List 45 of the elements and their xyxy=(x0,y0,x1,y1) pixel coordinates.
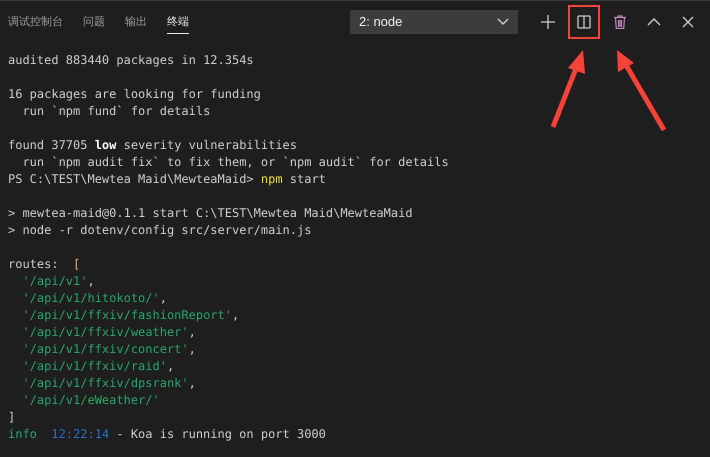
close-icon xyxy=(682,16,694,28)
route-string: '/api/v1' xyxy=(21,274,88,288)
terminal-text: > mewtea-maid@0.1.1 start C:\TEST\Mewtea Maid\MewteaMaid xyxy=(8,206,413,220)
terminal-text: , xyxy=(166,359,174,373)
split-icon xyxy=(577,14,591,28)
terminal-text: , xyxy=(87,274,95,288)
route-string: '/api/v1/ffxiv/fashionReport' xyxy=(21,308,232,322)
terminal-text: [ xyxy=(73,257,80,271)
terminal-text: run `npm audit fix` to fix them, or `npm audit` for details xyxy=(21,155,449,169)
terminal-select[interactable]: 2: node xyxy=(350,10,518,34)
terminal-text: ] xyxy=(8,410,16,424)
route-string: '/api/v1/ffxiv/weather' xyxy=(21,325,189,339)
terminal-text: , xyxy=(188,342,196,356)
route-string: '/api/v1/ffxiv/raid' xyxy=(21,359,167,373)
split-terminal-button[interactable] xyxy=(568,4,600,38)
terminal-text: audited 883440 packages in 12.354s xyxy=(8,53,254,67)
terminal-text: , xyxy=(160,291,167,305)
terminal-text: , xyxy=(232,308,240,322)
terminal-text: 16 packages are looking for funding xyxy=(8,87,261,101)
terminal-text: low xyxy=(94,138,116,152)
panel-tab[interactable]: 问题 xyxy=(83,10,105,34)
route-string: '/api/v1/hitokoto/' xyxy=(21,291,160,305)
timestamp: 12:22:14 xyxy=(51,427,110,441)
command-text: npm xyxy=(260,172,283,186)
panel-tab[interactable]: 终端 xyxy=(167,10,189,34)
route-string: '/api/v1/eWeather/' xyxy=(21,393,160,407)
terminal-text: routes: xyxy=(8,257,60,271)
trash-icon xyxy=(614,14,626,28)
chevron-up-icon xyxy=(647,18,661,26)
terminal-text: run `npm fund` for details xyxy=(21,104,210,118)
route-string: '/api/v1/ffxiv/dpsrank' xyxy=(21,376,189,390)
plus-icon xyxy=(541,14,555,28)
terminal-text: severity vulnerabilities xyxy=(122,138,298,152)
log-level: info xyxy=(8,427,37,441)
terminal-text: , xyxy=(188,325,196,339)
panel-tab[interactable]: 输出 xyxy=(125,10,147,34)
terminal-text: , xyxy=(188,376,196,390)
terminal-text: - Koa is running on port 3000 xyxy=(115,427,326,441)
terminal-text: PS C:\TEST\Mewtea Maid\MewteaMaid> xyxy=(8,172,255,186)
terminal-text: > node -r dotenv/config src/server/main.js xyxy=(8,223,312,237)
terminal-text: found 37705 xyxy=(8,138,88,152)
chevron-down-icon xyxy=(497,18,509,26)
terminal-text: start xyxy=(288,172,326,186)
route-string: '/api/v1/ffxiv/concert' xyxy=(21,342,189,356)
panel-tab[interactable]: 调试控制台 xyxy=(8,10,63,34)
